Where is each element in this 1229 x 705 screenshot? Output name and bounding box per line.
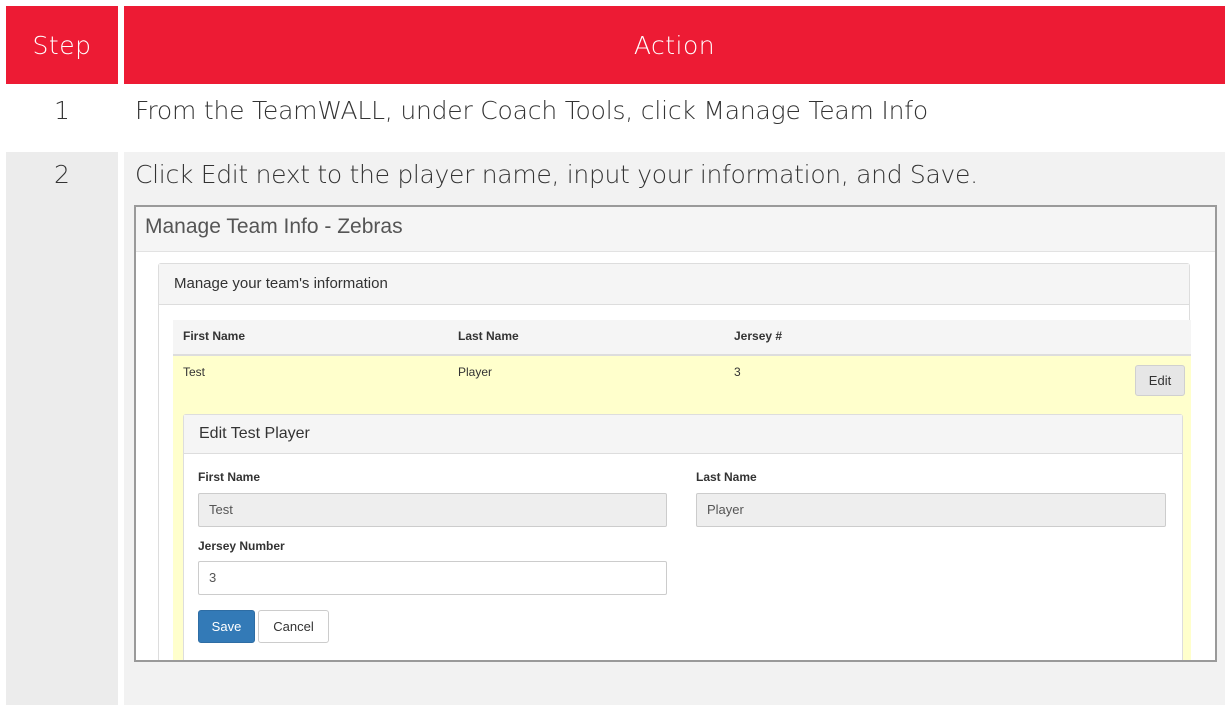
cell-jersey: 3 [734, 365, 741, 379]
edit-button[interactable]: Edit [1135, 365, 1185, 396]
action-column-header: Action [124, 6, 1225, 84]
column-last-name: Last Name [458, 329, 519, 343]
edit-player-panel: Edit Test Player First Name Test Last Na… [183, 414, 1183, 660]
last-name-field[interactable]: Player [696, 493, 1166, 527]
step-1-instruction: From the TeamWALL, under Coach Tools, cl… [135, 96, 928, 125]
last-name-label: Last Name [696, 470, 757, 484]
table-row: Test Player 3 Edit [173, 356, 1191, 406]
first-name-label: First Name [198, 470, 261, 484]
column-jersey: Jersey # [734, 329, 783, 343]
cancel-button[interactable]: Cancel [258, 610, 329, 643]
save-button[interactable]: Save [198, 610, 255, 643]
panel-heading: Manage your team's information [159, 264, 1189, 305]
step-2-cell [6, 152, 118, 705]
table-header: First Name Last Name Jersey # [173, 320, 1191, 356]
step-1-number: 1 [54, 96, 70, 125]
step-2-instruction: Click Edit next to the player name, inpu… [135, 160, 978, 189]
edit-row: Edit Test Player First Name Test Last Na… [173, 405, 1191, 660]
edit-player-heading: Edit Test Player [184, 415, 1182, 454]
step-column-header: Step [6, 6, 118, 84]
cell-last-name: Player [458, 365, 493, 379]
first-name-field[interactable]: Test [198, 493, 667, 527]
cell-first-name: Test [183, 365, 206, 379]
jersey-number-field[interactable]: 3 [198, 561, 667, 595]
team-info-panel: Manage your team's information First Nam… [158, 263, 1191, 660]
step-2-number: 2 [54, 160, 70, 189]
page-title: Manage Team Info - Zebras [136, 207, 1215, 252]
column-first-name: First Name [183, 329, 246, 343]
jersey-number-label: Jersey Number [198, 539, 285, 553]
embedded-screenshot: Manage Team Info - Zebras Manage your te… [134, 205, 1217, 662]
